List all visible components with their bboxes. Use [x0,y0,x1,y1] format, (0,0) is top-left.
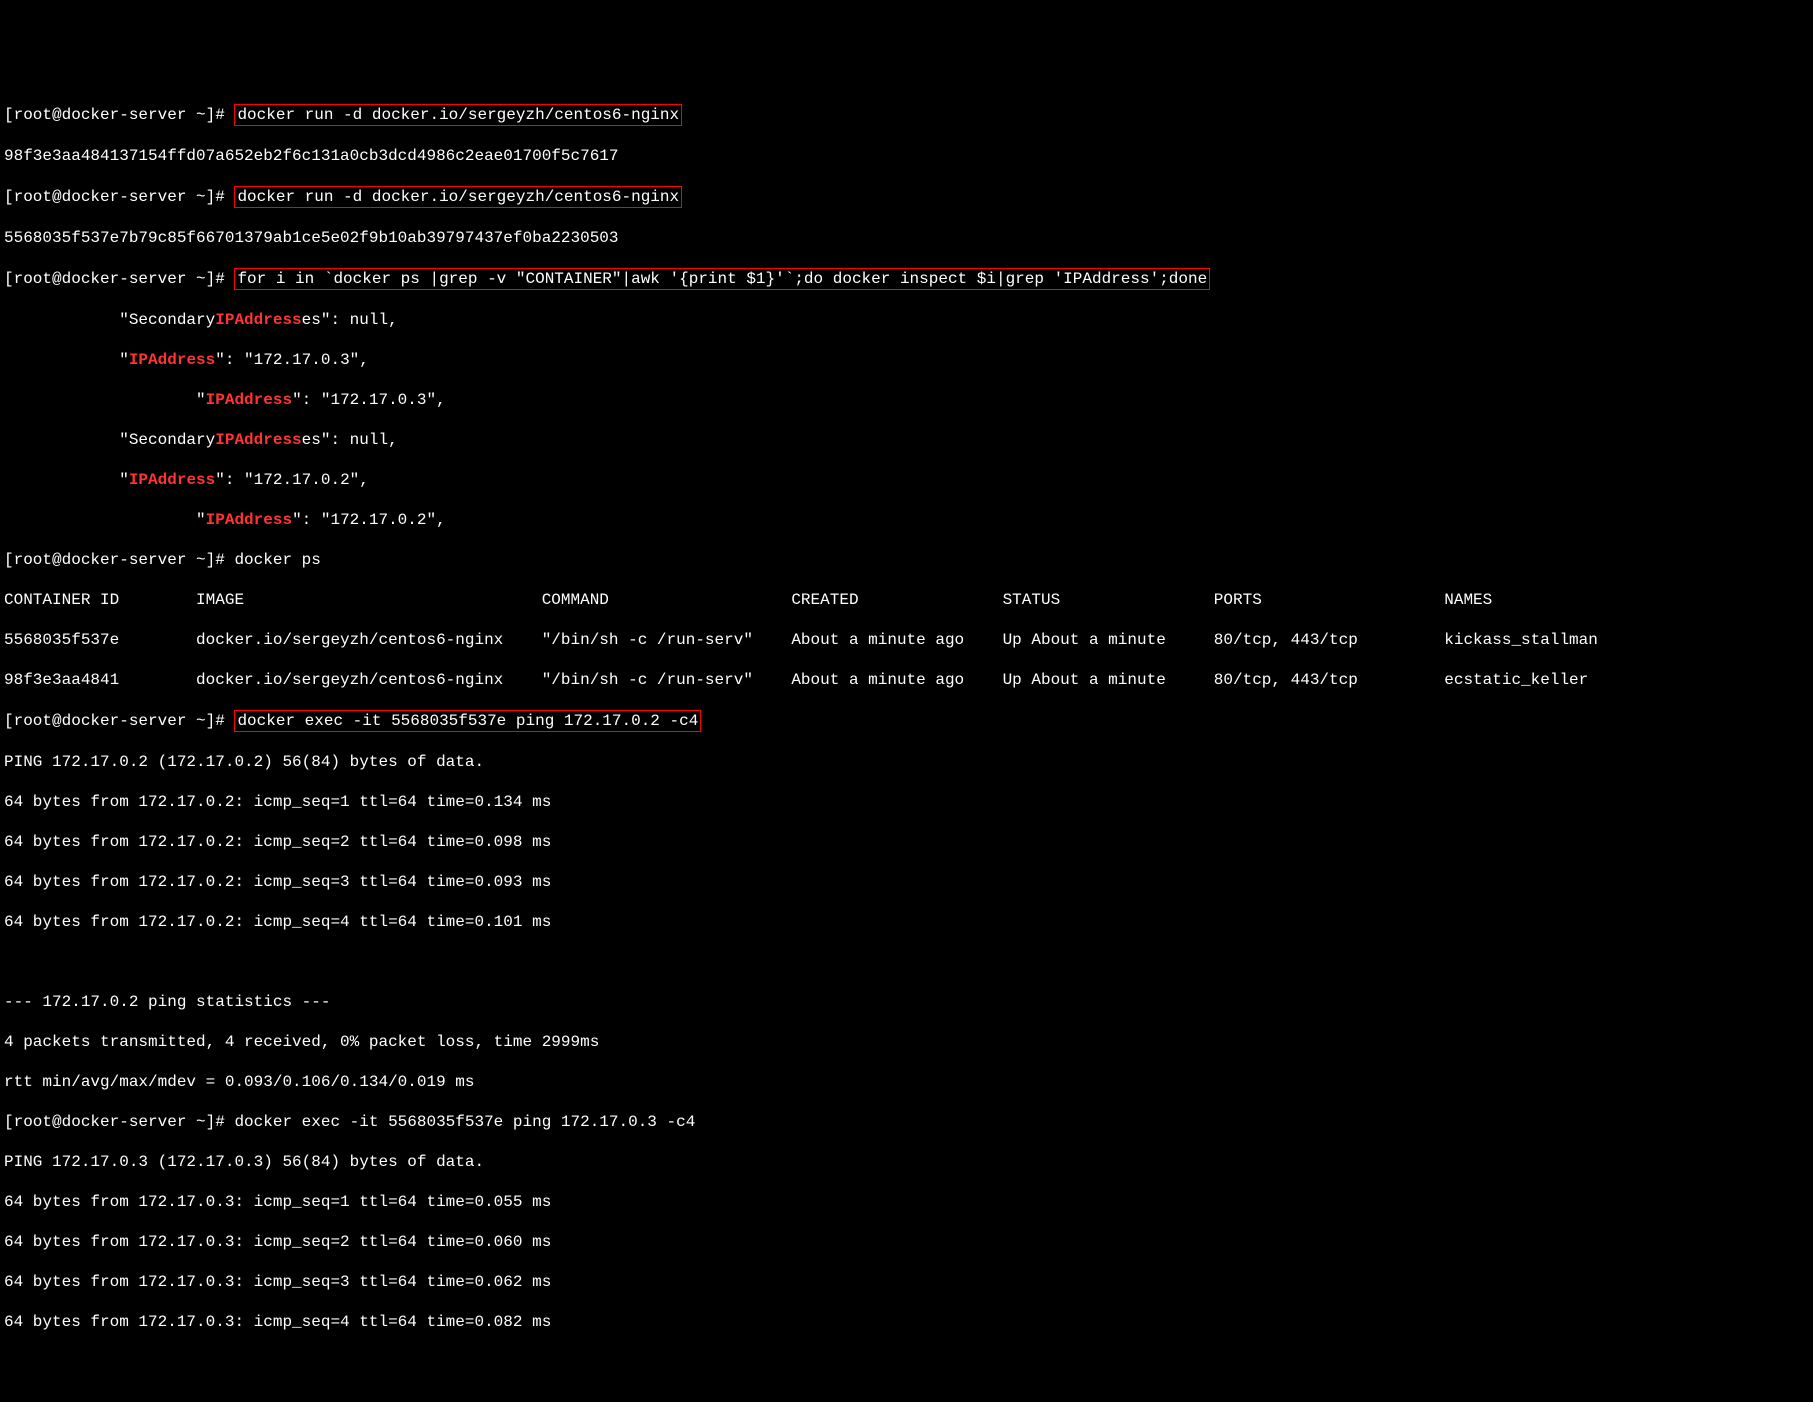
match-highlight: IPAddress [129,471,215,489]
shell-prompt: [root@docker-server ~]# [4,551,234,569]
col-header-status: STATUS [1003,590,1214,610]
output-line: "IPAddress": "172.17.0.2", [4,510,1809,530]
cell-status: Up About a minute [1003,630,1214,650]
cell-created: About a minute ago [791,670,1002,690]
ping-output: 64 bytes from 172.17.0.2: icmp_seq=3 ttl… [4,872,1809,892]
ping-output: 64 bytes from 172.17.0.2: icmp_seq=1 ttl… [4,792,1809,812]
blank-line [4,952,1809,972]
ping-summary: rtt min/avg/max/mdev = 0.093/0.106/0.134… [4,1072,1809,1092]
shell-prompt: [root@docker-server ~]# [4,188,234,206]
col-header-created: CREATED [791,590,1002,610]
highlighted-command: docker exec -it 5568035f537e ping 172.17… [234,710,701,732]
cell-names: ecstatic_keller [1444,670,1809,690]
cell-names: kickass_stallman [1444,630,1809,650]
docker-ps-header: CONTAINER ID IMAGE COMMAND CREATED STATU… [4,590,1809,610]
match-highlight: IPAddress [206,511,292,529]
match-highlight: IPAddress [129,351,215,369]
command-text: docker ps [234,551,320,569]
col-header-image: IMAGE [196,590,542,610]
ping-output: 64 bytes from 172.17.0.2: icmp_seq=2 ttl… [4,832,1809,852]
cell-ports: 80/tcp, 443/tcp [1214,670,1444,690]
highlighted-command: docker run -d docker.io/sergeyzh/centos6… [234,186,682,208]
output-hash: 5568035f537e7b79c85f66701379ab1ce5e02f9b… [4,228,1809,248]
col-header-id: CONTAINER ID [4,590,196,610]
ping-output: 64 bytes from 172.17.0.3: icmp_seq=3 ttl… [4,1272,1809,1292]
shell-prompt: [root@docker-server ~]# [4,270,234,288]
shell-prompt: [root@docker-server ~]# [4,106,234,124]
cell-image: docker.io/sergeyzh/centos6-nginx [196,630,542,650]
match-highlight: IPAddress [215,431,301,449]
ping-stats: --- 172.17.0.2 ping statistics --- [4,992,1809,1012]
cell-id: 5568035f537e [4,630,196,650]
output-line: "SecondaryIPAddresses": null, [4,310,1809,330]
col-header-names: NAMES [1444,590,1809,610]
ping-summary: 4 packets transmitted, 4 received, 0% pa… [4,1032,1809,1052]
match-highlight: IPAddress [215,311,301,329]
ping-output: PING 172.17.0.2 (172.17.0.2) 56(84) byte… [4,752,1809,772]
col-header-command: COMMAND [542,590,792,610]
col-header-ports: PORTS [1214,590,1444,610]
ping-output: 64 bytes from 172.17.0.3: icmp_seq=4 ttl… [4,1312,1809,1332]
command-text: docker exec -it 5568035f537e ping 172.17… [234,1113,695,1131]
terminal-output: [root@docker-server ~]# docker run -d do… [4,84,1809,1352]
ping-output: PING 172.17.0.3 (172.17.0.3) 56(84) byte… [4,1152,1809,1172]
output-line: "IPAddress": "172.17.0.3", [4,390,1809,410]
cell-command: "/bin/sh -c /run-serv" [542,670,792,690]
ping-output: 64 bytes from 172.17.0.3: icmp_seq=2 ttl… [4,1232,1809,1252]
output-line: "IPAddress": "172.17.0.2", [4,470,1809,490]
highlighted-command: for i in `docker ps |grep -v "CONTAINER"… [234,268,1210,290]
cell-status: Up About a minute [1003,670,1214,690]
output-line: "SecondaryIPAddresses": null, [4,430,1809,450]
output-line: "IPAddress": "172.17.0.3", [4,350,1809,370]
shell-prompt: [root@docker-server ~]# [4,1113,234,1131]
docker-ps-row: 98f3e3aa4841 docker.io/sergeyzh/centos6-… [4,670,1809,690]
docker-ps-row: 5568035f537e docker.io/sergeyzh/centos6-… [4,630,1809,650]
shell-prompt: [root@docker-server ~]# [4,712,234,730]
cell-id: 98f3e3aa4841 [4,670,196,690]
cell-image: docker.io/sergeyzh/centos6-nginx [196,670,542,690]
ping-output: 64 bytes from 172.17.0.3: icmp_seq=1 ttl… [4,1192,1809,1212]
highlighted-command: docker run -d docker.io/sergeyzh/centos6… [234,104,682,126]
match-highlight: IPAddress [206,391,292,409]
ping-output: 64 bytes from 172.17.0.2: icmp_seq=4 ttl… [4,912,1809,932]
cell-ports: 80/tcp, 443/tcp [1214,630,1444,650]
cell-created: About a minute ago [791,630,1002,650]
output-hash: 98f3e3aa484137154ffd07a652eb2f6c131a0cb3… [4,146,1809,166]
cell-command: "/bin/sh -c /run-serv" [542,630,792,650]
